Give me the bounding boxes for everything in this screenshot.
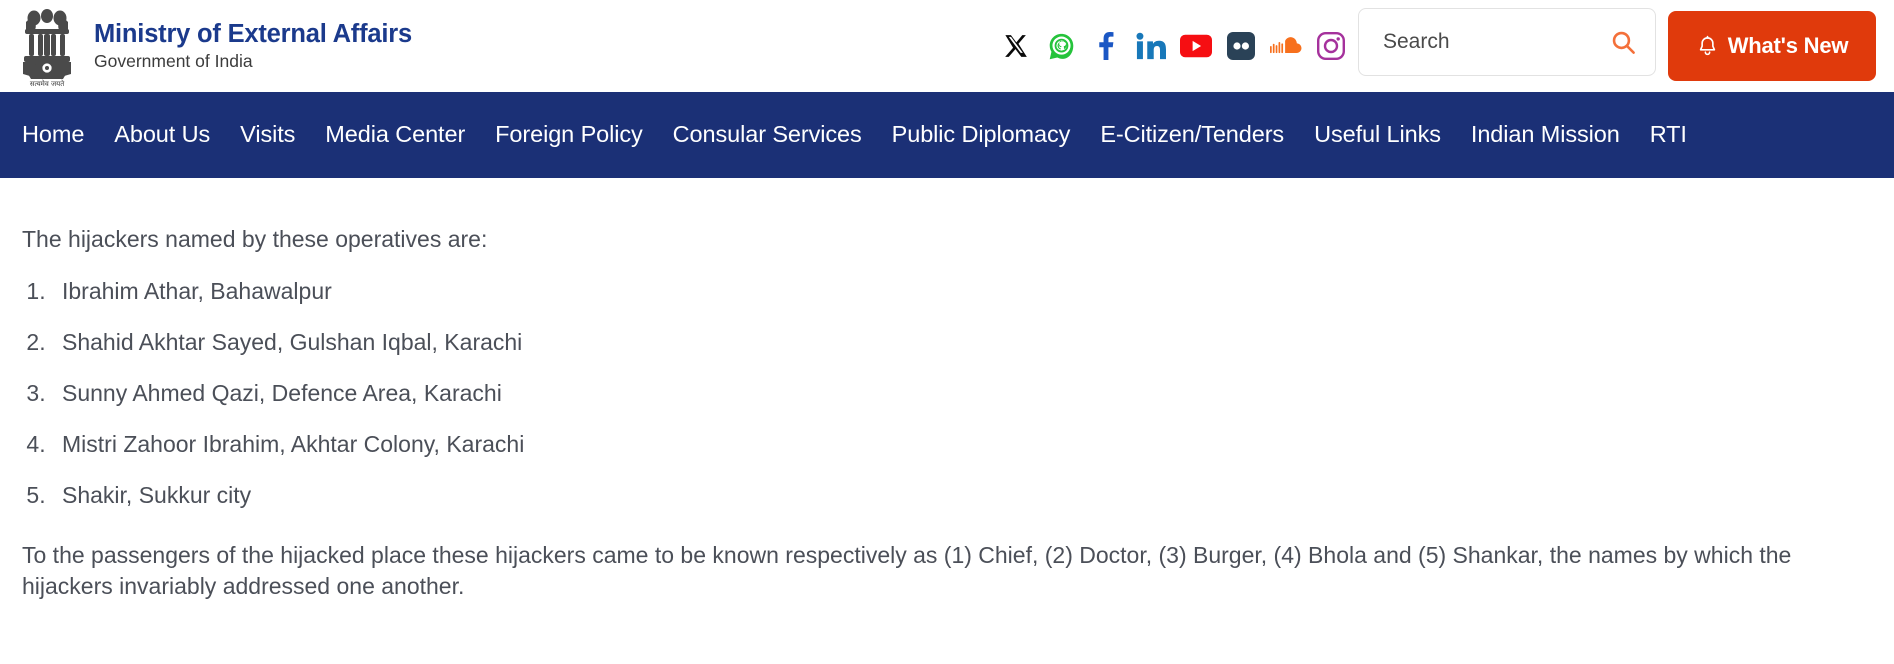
brand-lockup[interactable]: सत्यमेव जयते Ministry of External Affair…: [16, 4, 412, 88]
nav-item-useful-links[interactable]: Useful Links: [1299, 117, 1456, 153]
nav-item-rti[interactable]: RTI: [1635, 117, 1702, 153]
social-link-soundcloud[interactable]: [1270, 30, 1302, 62]
nav-item-home[interactable]: Home: [18, 117, 99, 153]
social-link-whatsapp[interactable]: [1045, 30, 1077, 62]
site-header: सत्यमेव जयते Ministry of External Affair…: [0, 0, 1894, 92]
bell-icon: [1699, 35, 1715, 55]
search-input[interactable]: [1381, 29, 1610, 55]
nav-item-visits[interactable]: Visits: [225, 117, 310, 153]
social-link-youtube[interactable]: [1180, 30, 1212, 62]
closing-paragraph: To the passengers of the hijacked place …: [22, 541, 1792, 599]
nav-item-about-us[interactable]: About Us: [99, 117, 225, 153]
x-twitter-icon: [1005, 35, 1027, 57]
site-subtitle: Government of India: [94, 50, 253, 71]
list-item: Shakir, Sukkur city: [52, 481, 1872, 511]
list-item: Ibrahim Athar, Bahawalpur: [52, 277, 1872, 307]
soundcloud-icon: [1270, 37, 1302, 54]
linkedin-icon: [1136, 32, 1166, 60]
social-link-flickr[interactable]: [1225, 30, 1257, 62]
nav-item-media-center[interactable]: Media Center: [310, 117, 480, 153]
social-links: [1000, 26, 1347, 66]
list-item: Mistri Zahoor Ibrahim, Akhtar Colony, Ka…: [52, 430, 1872, 460]
site-title: Ministry of External Affairs: [94, 20, 412, 48]
social-link-linkedin[interactable]: [1135, 30, 1167, 62]
search-submit-button[interactable]: [1610, 29, 1637, 56]
flickr-icon: [1227, 32, 1255, 60]
whats-new-button[interactable]: What's New: [1668, 11, 1876, 81]
nav-item-consular-services[interactable]: Consular Services: [658, 117, 877, 153]
social-link-instagram[interactable]: [1315, 30, 1347, 62]
intro-paragraph: The hijackers named by these operatives …: [22, 226, 488, 252]
nav-item-indian-mission[interactable]: Indian Mission: [1456, 117, 1635, 153]
main-navigation: Home About Us Visits Media Center Foreig…: [0, 92, 1894, 178]
list-item: Shahid Akhtar Sayed, Gulshan Iqbal, Kara…: [52, 328, 1872, 358]
search-icon: [1612, 31, 1635, 54]
social-link-x-twitter[interactable]: [1000, 30, 1032, 62]
nav-item-public-diplomacy[interactable]: Public Diplomacy: [877, 117, 1086, 153]
hijackers-list: Ibrahim Athar, Bahawalpur Shahid Akhtar …: [22, 277, 1872, 510]
state-emblem-icon: सत्यमेव जयते: [23, 9, 71, 88]
whatsapp-icon: [1049, 33, 1073, 59]
nav-item-e-citizen-tenders[interactable]: E-Citizen/Tenders: [1085, 117, 1299, 153]
instagram-icon: [1317, 32, 1345, 60]
article-content: The hijackers named by these operatives …: [0, 178, 1894, 602]
whats-new-label: What's New: [1727, 33, 1849, 58]
list-item: Sunny Ahmed Qazi, Defence Area, Karachi: [52, 379, 1872, 409]
emblem-motto-text: सत्यमेव जयते: [30, 79, 65, 88]
facebook-icon: [1099, 32, 1114, 60]
nav-item-foreign-policy[interactable]: Foreign Policy: [480, 117, 658, 153]
youtube-icon: [1180, 34, 1212, 58]
search-box[interactable]: [1358, 8, 1656, 76]
social-link-facebook[interactable]: [1090, 30, 1122, 62]
